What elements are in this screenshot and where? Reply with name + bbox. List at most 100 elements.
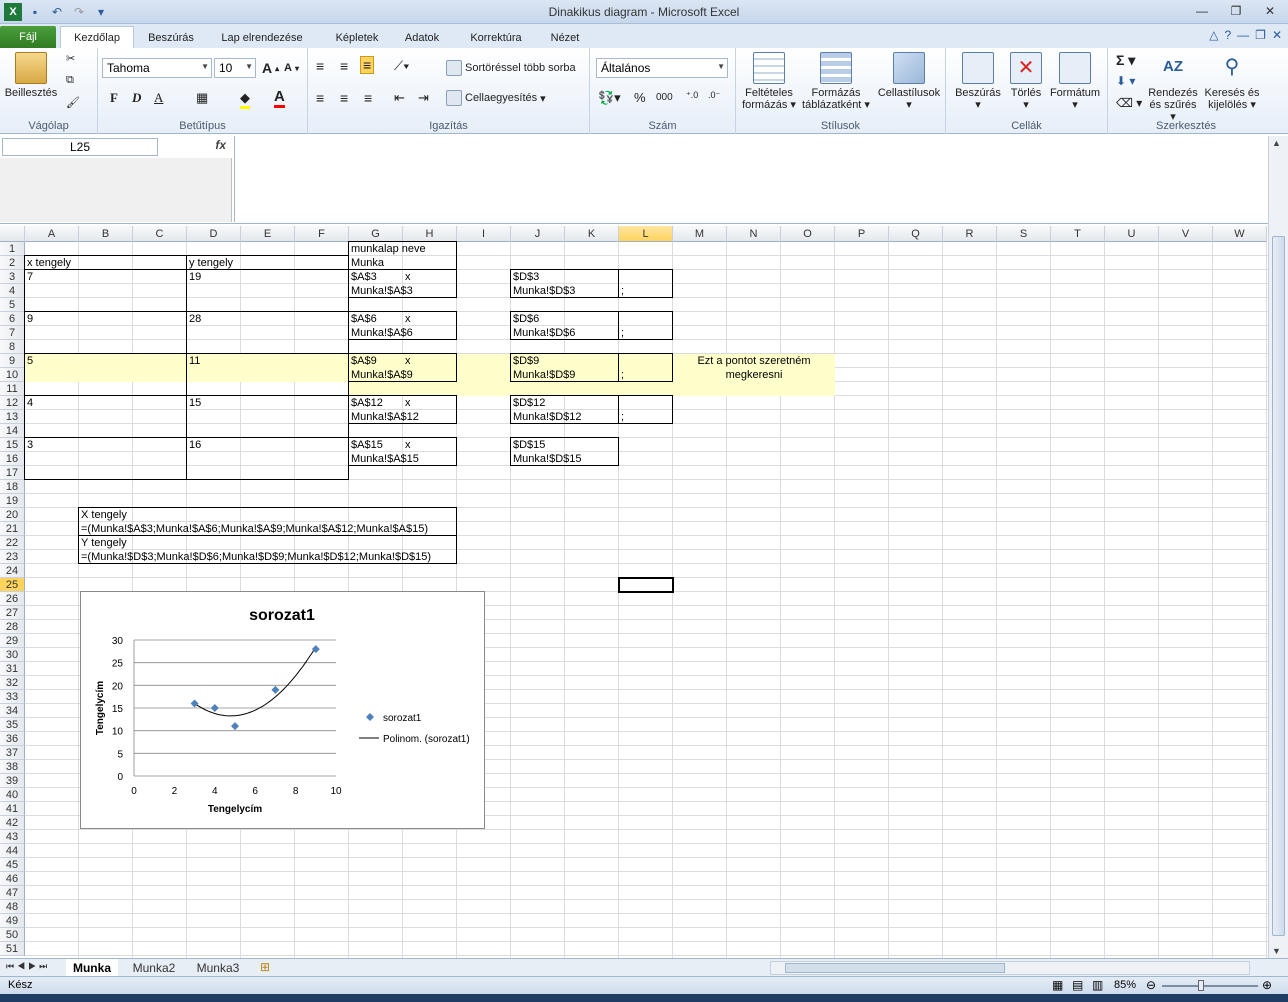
wrap-text-button[interactable]: Sortöréssel több sorba xyxy=(446,60,576,76)
merge-cells-button[interactable]: Cellaegyesítés ▾ xyxy=(446,90,546,106)
cell-j12[interactable]: $D$12 xyxy=(511,396,545,410)
grow-font-icon[interactable]: A ▴ xyxy=(262,60,279,76)
row-header-12[interactable]: 12 xyxy=(0,396,25,410)
cell-d2[interactable]: y tengely xyxy=(187,256,233,270)
cell-h3[interactable]: x xyxy=(403,270,411,284)
row-header-13[interactable]: 13 xyxy=(0,410,25,424)
hscroll-thumb[interactable] xyxy=(785,963,1005,973)
number-format-select[interactable]: Általános ▼ xyxy=(596,58,728,78)
cell-j13[interactable]: Munka!$D$12 xyxy=(511,410,582,424)
name-box[interactable]: L25 xyxy=(2,138,158,156)
cell-a9[interactable]: 5 xyxy=(25,354,33,368)
ribbon-minimize-icon[interactable]: △ xyxy=(1209,28,1218,42)
orientation-icon[interactable]: ⟋▾ xyxy=(394,58,409,74)
tab-review[interactable]: Korrektúra xyxy=(458,28,534,48)
sheet-nav-icons[interactable]: ⏮◀▶⏭ xyxy=(6,961,50,972)
align-right-icon[interactable]: ≡ xyxy=(364,90,372,106)
row-header-21[interactable]: 21 xyxy=(0,522,25,536)
underline-button[interactable]: A xyxy=(154,90,163,106)
row-header-36[interactable]: 36 xyxy=(0,732,25,746)
thousands-button[interactable]: 000 xyxy=(656,92,673,103)
cell-j7[interactable]: Munka!$D$6 xyxy=(511,326,575,340)
column-header-e[interactable]: E xyxy=(241,226,295,242)
italic-button[interactable]: D xyxy=(132,90,141,106)
cell-a6[interactable]: 9 xyxy=(25,312,33,326)
align-top-icon[interactable]: ≡ xyxy=(316,58,324,74)
cell-l7[interactable]: ; xyxy=(619,326,624,340)
decrease-indent-icon[interactable]: ⇤ xyxy=(394,90,405,106)
column-header-c[interactable]: C xyxy=(133,226,187,242)
zoom-out-icon[interactable]: ⊖ xyxy=(1146,978,1156,992)
normal-view-icon[interactable]: ▦ xyxy=(1052,978,1063,992)
cell-g6[interactable]: $A$6 xyxy=(349,312,377,326)
sheet-tab-munka3[interactable]: Munka3 xyxy=(190,959,246,976)
close-button[interactable]: ✕ xyxy=(1256,2,1284,20)
row-header-29[interactable]: 29 xyxy=(0,634,25,648)
cell-a15[interactable]: 3 xyxy=(25,438,33,452)
autosum-icon[interactable]: Σ ▾ xyxy=(1116,52,1135,69)
row-header-47[interactable]: 47 xyxy=(0,886,25,900)
align-center-icon[interactable]: ≡ xyxy=(340,90,348,106)
row-header-2[interactable]: 2 xyxy=(0,256,25,270)
row-header-41[interactable]: 41 xyxy=(0,802,25,816)
doc-restore-icon[interactable]: ❐ xyxy=(1255,28,1266,42)
file-tab[interactable]: Fájl xyxy=(0,26,56,48)
row-header-50[interactable]: 50 xyxy=(0,928,25,942)
cell-d3[interactable]: 19 xyxy=(187,270,201,284)
zoom-in-icon[interactable]: ⊕ xyxy=(1262,978,1272,992)
insert-cells-button[interactable]: Beszúrás ▾ xyxy=(950,52,1006,111)
row-header-31[interactable]: 31 xyxy=(0,662,25,676)
doc-close-icon[interactable]: ✕ xyxy=(1272,28,1282,42)
row-header-46[interactable]: 46 xyxy=(0,872,25,886)
column-header-j[interactable]: J xyxy=(511,226,565,242)
row-header-42[interactable]: 42 xyxy=(0,816,25,830)
sort-filter-button[interactable]: AZ Rendezés és szűrés ▾ xyxy=(1146,52,1200,123)
row-header-10[interactable]: 10 xyxy=(0,368,25,382)
cell-l10[interactable]: ; xyxy=(619,368,624,382)
cell-j3[interactable]: $D$3 xyxy=(511,270,539,284)
cell-m10[interactable]: megkeresni xyxy=(665,368,843,382)
cell-d9[interactable]: 11 xyxy=(187,354,200,368)
column-header-g[interactable]: G xyxy=(349,226,403,242)
doc-minimize-icon[interactable]: — xyxy=(1237,28,1249,42)
align-bottom-icon[interactable]: ≡ xyxy=(360,56,375,74)
row-header-44[interactable]: 44 xyxy=(0,844,25,858)
format-cells-button[interactable]: Formátum ▾ xyxy=(1046,52,1104,111)
decrease-decimal-icon[interactable]: .0⁻ xyxy=(708,90,720,101)
chart[interactable]: sorozat1 0 5 10 15 20 25 30 0 2 4 6 8 10 Tengelycím Ten… xyxy=(80,591,485,829)
row-header-48[interactable]: 48 xyxy=(0,900,25,914)
cell-a12[interactable]: 4 xyxy=(25,396,33,410)
cell-g16[interactable]: Munka!$A$15 xyxy=(349,452,419,466)
increase-indent-icon[interactable]: ⇥ xyxy=(418,90,429,106)
cell-j6[interactable]: $D$6 xyxy=(511,312,539,326)
row-header-25[interactable]: 25 xyxy=(0,578,25,592)
column-header-b[interactable]: B xyxy=(79,226,133,242)
delete-cells-button[interactable]: ✕ Törlés ▾ xyxy=(1004,52,1048,111)
cell-g7[interactable]: Munka!$A$6 xyxy=(349,326,413,340)
borders-icon[interactable]: ▦ xyxy=(196,90,208,106)
new-sheet-icon[interactable]: ⊞ xyxy=(260,960,270,974)
row-header-18[interactable]: 18 xyxy=(0,480,25,494)
cell-g3[interactable]: $A$3 xyxy=(349,270,377,284)
cell-h9[interactable]: x xyxy=(403,354,411,368)
column-header-o[interactable]: O xyxy=(781,226,835,242)
cell-l4[interactable]: ; xyxy=(619,284,624,298)
conditional-formatting-button[interactable]: Feltételes formázás ▾ xyxy=(738,52,800,111)
row-header-37[interactable]: 37 xyxy=(0,746,25,760)
cell-styles-button[interactable]: Cellastílusok ▾ xyxy=(874,52,944,111)
clear-icon[interactable]: ⌫ ▾ xyxy=(1116,96,1142,110)
row-header-6[interactable]: 6 xyxy=(0,312,25,326)
row-header-9[interactable]: 9 xyxy=(0,354,25,368)
increase-decimal-icon[interactable]: ⁺.0 xyxy=(686,90,698,101)
cell-j9[interactable]: $D$9 xyxy=(511,354,539,368)
cell-d6[interactable]: 28 xyxy=(187,312,201,326)
row-header-22[interactable]: 22 xyxy=(0,536,25,550)
scroll-thumb[interactable] xyxy=(1272,236,1285,936)
cell-j15[interactable]: $D$15 xyxy=(511,438,545,452)
column-header-r[interactable]: R xyxy=(943,226,997,242)
cell-g9[interactable]: $A$9 xyxy=(349,354,377,368)
tab-page-layout[interactable]: Lap elrendezése xyxy=(210,28,314,48)
formula-input[interactable] xyxy=(234,136,1268,222)
row-header-17[interactable]: 17 xyxy=(0,466,25,480)
row-header-4[interactable]: 4 xyxy=(0,284,25,298)
